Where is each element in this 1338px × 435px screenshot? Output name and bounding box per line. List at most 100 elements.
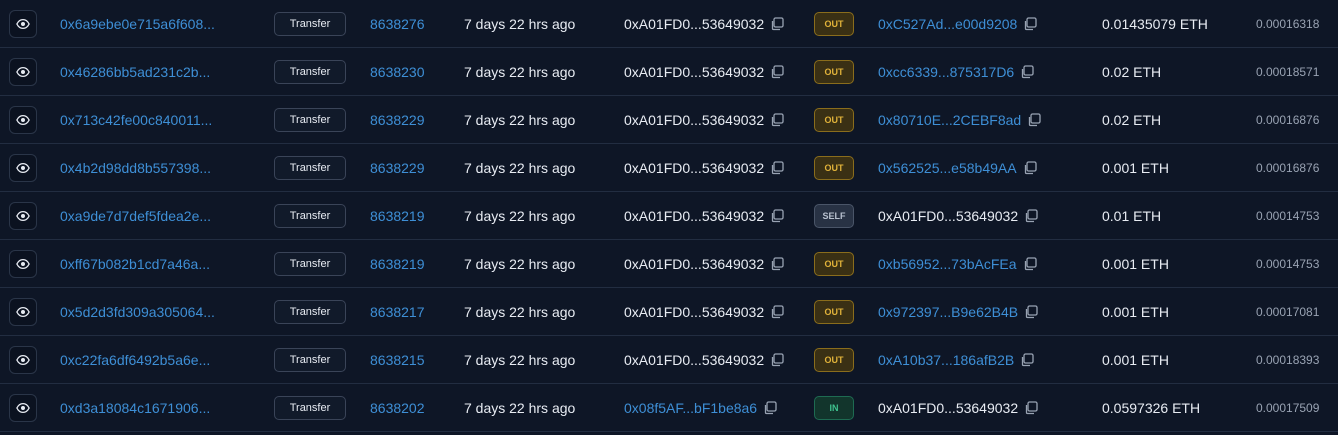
to-address: 0xA01FD0...53649032: [878, 208, 1019, 224]
to-address[interactable]: 0x80710E...2CEBF8ad: [878, 112, 1021, 128]
to-address[interactable]: 0x972397...B9e62B4B: [878, 304, 1018, 320]
view-details-button[interactable]: [9, 394, 37, 422]
to-address-cell: 0xA01FD0...53649032: [878, 192, 1038, 240]
age-text: 7 days 22 hrs ago: [464, 256, 576, 272]
age-text: 7 days 22 hrs ago: [464, 160, 576, 176]
copy-icon[interactable]: [770, 17, 784, 31]
to-address[interactable]: 0xb56952...73bAcFEa: [878, 256, 1017, 272]
value-text: 0.001 ETH: [1102, 256, 1169, 272]
copy-icon[interactable]: [770, 305, 784, 319]
copy-icon[interactable]: [770, 209, 784, 223]
direction-badge: OUT: [814, 60, 854, 84]
txn-hash-link[interactable]: 0xc22fa6df6492b5a6e...: [60, 336, 210, 384]
view-details-button[interactable]: [9, 106, 37, 134]
copy-icon[interactable]: [770, 257, 784, 271]
copy-icon[interactable]: [770, 65, 784, 79]
to-address[interactable]: 0x562525...e58b49AA: [878, 160, 1017, 176]
age-text: 7 days 22 hrs ago: [464, 112, 576, 128]
copy-icon[interactable]: [1020, 65, 1034, 79]
txn-fee-text: 0.00017081: [1256, 305, 1320, 319]
copy-icon[interactable]: [770, 353, 784, 367]
to-address[interactable]: 0xA10b37...186afB2B: [878, 352, 1014, 368]
from-address[interactable]: 0x08f5AF...bF1be8a6: [624, 400, 757, 416]
eye-icon: [16, 18, 30, 30]
age-text: 7 days 22 hrs ago: [464, 400, 576, 416]
block-link[interactable]: 8638202: [370, 384, 425, 432]
from-address: 0xA01FD0...53649032: [624, 304, 765, 320]
view-details-button[interactable]: [9, 298, 37, 326]
txn-hash-link[interactable]: 0xa9de7d7def5fdea2e...: [60, 192, 211, 240]
block-link[interactable]: 8638215: [370, 336, 425, 384]
view-details-button[interactable]: [9, 58, 37, 86]
copy-icon[interactable]: [1023, 257, 1037, 271]
eye-icon: [16, 402, 30, 414]
txn-hash-link[interactable]: 0x46286bb5ad231c2b...: [60, 48, 210, 96]
to-address[interactable]: 0xcc6339...875317D6: [878, 64, 1014, 80]
txn-fee-text: 0.00018571: [1256, 65, 1320, 79]
direction-badge: OUT: [814, 252, 854, 276]
view-details-button[interactable]: [9, 154, 37, 182]
copy-icon[interactable]: [1023, 161, 1037, 175]
age-text: 7 days 22 hrs ago: [464, 16, 576, 32]
txn-fee-text: 0.00014753: [1256, 209, 1320, 223]
txn-hash-link[interactable]: 0xd3a18084c1671906...: [60, 384, 210, 432]
copy-icon[interactable]: [770, 113, 784, 127]
value-text: 0.01 ETH: [1102, 208, 1162, 224]
copy-icon[interactable]: [1024, 209, 1038, 223]
from-address: 0xA01FD0...53649032: [624, 16, 765, 32]
method-badge: Transfer: [274, 108, 346, 132]
to-address[interactable]: 0xC527Ad...e00d9208: [878, 16, 1017, 32]
to-address-cell: 0xcc6339...875317D6: [878, 48, 1034, 96]
eye-icon: [16, 306, 30, 318]
method-badge: Transfer: [274, 300, 346, 324]
txn-hash-link[interactable]: 0x6a9ebe0e715a6f608...: [60, 0, 215, 48]
copy-icon[interactable]: [1020, 353, 1034, 367]
method-badge: Transfer: [274, 252, 346, 276]
age-text: 7 days 22 hrs ago: [464, 304, 576, 320]
table-row: 0x713c42fe00c840011... Transfer 8638229 …: [0, 96, 1338, 144]
table-row: 0x5d2d3fd309a305064... Transfer 8638217 …: [0, 288, 1338, 336]
view-details-button[interactable]: [9, 250, 37, 278]
copy-icon[interactable]: [1023, 17, 1037, 31]
block-link[interactable]: 8638230: [370, 48, 425, 96]
txn-hash-link[interactable]: 0x5d2d3fd309a305064...: [60, 288, 215, 336]
block-link[interactable]: 8638219: [370, 240, 425, 288]
from-address: 0xA01FD0...53649032: [624, 160, 765, 176]
block-link[interactable]: 8638229: [370, 96, 425, 144]
value-text: 0.001 ETH: [1102, 160, 1169, 176]
table-row: 0xff67b082b1cd7a46a... Transfer 8638219 …: [0, 240, 1338, 288]
view-details-button[interactable]: [9, 346, 37, 374]
txn-hash-link[interactable]: 0xff67b082b1cd7a46a...: [60, 240, 210, 288]
from-address-cell: 0xA01FD0...53649032: [624, 240, 784, 288]
copy-icon[interactable]: [1024, 401, 1038, 415]
eye-icon: [16, 114, 30, 126]
from-address-cell: 0xA01FD0...53649032: [624, 96, 784, 144]
direction-badge: OUT: [814, 156, 854, 180]
copy-icon[interactable]: [763, 401, 777, 415]
view-details-button[interactable]: [9, 10, 37, 38]
from-address: 0xA01FD0...53649032: [624, 112, 765, 128]
txn-fee-text: 0.00016318: [1256, 17, 1320, 31]
txn-fee-text: 0.00018393: [1256, 353, 1320, 367]
direction-badge: IN: [814, 396, 854, 420]
block-link[interactable]: 8638229: [370, 144, 425, 192]
view-details-button[interactable]: [9, 202, 37, 230]
method-badge: Transfer: [274, 204, 346, 228]
block-link[interactable]: 8638219: [370, 192, 425, 240]
block-link[interactable]: 8638217: [370, 288, 425, 336]
txn-hash-link[interactable]: 0x713c42fe00c840011...: [60, 96, 212, 144]
value-text: 0.01435079 ETH: [1102, 16, 1208, 32]
to-address-cell: 0x562525...e58b49AA: [878, 144, 1037, 192]
block-link[interactable]: 8638276: [370, 0, 425, 48]
copy-icon[interactable]: [1024, 305, 1038, 319]
method-badge: Transfer: [274, 60, 346, 84]
copy-icon[interactable]: [1027, 113, 1041, 127]
eye-icon: [16, 258, 30, 270]
value-text: 0.0597326 ETH: [1102, 400, 1201, 416]
txn-hash-link[interactable]: 0x4b2d98dd8b557398...: [60, 144, 211, 192]
value-text: 0.001 ETH: [1102, 304, 1169, 320]
table-row: 0x4b2d98dd8b557398... Transfer 8638229 7…: [0, 144, 1338, 192]
table-row: 0xc22fa6df6492b5a6e... Transfer 8638215 …: [0, 336, 1338, 384]
copy-icon[interactable]: [770, 161, 784, 175]
method-badge: Transfer: [274, 156, 346, 180]
